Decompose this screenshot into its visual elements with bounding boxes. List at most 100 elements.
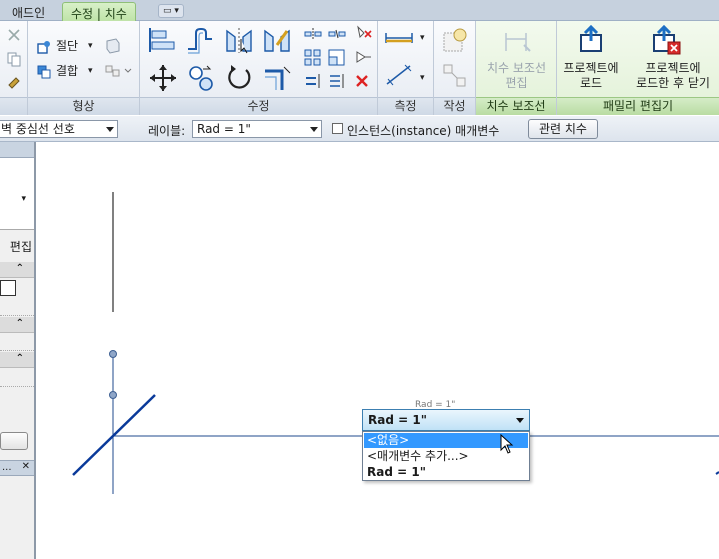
create-similar-icon[interactable] <box>442 63 468 89</box>
create-group-icon[interactable] <box>442 27 468 53</box>
edit-witness-lines-label-1[interactable]: 치수 보조선 <box>476 61 557 76</box>
edit-witness-lines-label-2[interactable]: 편집 <box>476 76 557 91</box>
properties-panel: ▾ 편집 ⌃ ⌃ ⌃ ... ✕ <box>0 142 36 559</box>
join-label[interactable]: 결합 <box>56 64 78 79</box>
copy-icon[interactable] <box>6 51 22 67</box>
load-into-project-icon[interactable] <box>576 25 606 55</box>
dimension-label-select[interactable]: Rad = 1" <box>362 409 530 431</box>
property-row <box>0 369 34 387</box>
group-label-measure: 측정 <box>378 97 433 115</box>
property-value-field[interactable] <box>0 280 16 296</box>
group-label-family-editor: 패밀리 편집기 <box>557 97 719 115</box>
options-bar: 벽 중심선 선호 레이블: Rad = 1" 인스턴스(instance) 매개… <box>0 116 719 142</box>
measure-dropdown-icon[interactable]: ▾ <box>420 71 425 86</box>
group-label-create: 작성 <box>434 97 475 115</box>
join-dropdown-icon[interactable]: ▾ <box>88 64 93 79</box>
move-icon[interactable] <box>148 63 178 93</box>
cut-geometry-icon[interactable] <box>36 39 52 55</box>
related-dimensions-button[interactable]: 관련 치수 <box>528 119 598 139</box>
split-face-icon[interactable] <box>104 63 132 79</box>
quick-access-toggle[interactable]: ▭ ▾ <box>158 4 184 18</box>
rotate-icon[interactable] <box>224 63 254 93</box>
close-icon[interactable]: ✕ <box>22 461 30 472</box>
collapse-icon[interactable]: ⌃ <box>16 318 24 329</box>
delete-icon[interactable] <box>354 73 370 89</box>
trim-extend-single-icon[interactable] <box>304 73 322 89</box>
mirror-draw-axis-icon[interactable] <box>262 25 292 55</box>
group-label-dimension-witness: 치수 보조선 <box>476 97 556 115</box>
prefer-select[interactable]: 벽 중심선 선호 <box>0 120 118 138</box>
measure-icon[interactable] <box>384 63 416 87</box>
join-geometry-icon[interactable] <box>36 64 52 80</box>
drawing-canvas[interactable] <box>38 142 719 559</box>
drag-grip <box>109 391 117 399</box>
trim-extend-multiple-icon[interactable] <box>328 73 346 89</box>
instance-parameter-checkbox[interactable] <box>332 123 343 134</box>
type-selector[interactable]: ▾ <box>0 158 34 230</box>
load-into-project-label-1[interactable]: 프로젝트에 <box>557 61 625 76</box>
load-and-close-icon[interactable] <box>649 25 681 55</box>
label-select[interactable]: Rad = 1" <box>192 120 322 138</box>
instance-parameter-label[interactable]: 인스턴스(instance) 매개변수 <box>347 122 499 139</box>
properties-section-header-3[interactable]: ⌃ <box>0 352 34 368</box>
offset-icon[interactable] <box>184 25 214 55</box>
chevron-down-icon <box>310 127 318 132</box>
aligned-dimension-dropdown-icon[interactable]: ▾ <box>420 31 425 46</box>
option-rad-1[interactable]: Rad = 1" <box>364 465 528 480</box>
properties-section-header-1[interactable]: ⌃ <box>0 262 34 278</box>
tab-addin[interactable]: 애드인 <box>4 2 53 21</box>
chevron-down-icon: ▾ <box>21 194 26 204</box>
load-and-close-label-2[interactable]: 로드한 후 닫기 <box>627 76 719 91</box>
ribbon: 절단 ▾ 결합 ▾ 형상 수정 ▾ ▾ 측정 작성 치수 보조선 편집 치수 보… <box>0 21 719 115</box>
wall-join-icon[interactable] <box>104 37 122 55</box>
apply-button[interactable] <box>0 432 28 450</box>
drawing-geometry <box>72 192 719 494</box>
ribbon-group-clipboard <box>0 21 28 115</box>
drag-grip <box>109 350 117 358</box>
group-label-modify: 수정 <box>140 97 377 115</box>
property-row <box>0 334 34 351</box>
label-select-value: Rad = 1" <box>197 122 251 136</box>
collapse-icon[interactable]: ⌃ <box>16 263 24 274</box>
split-element-icon[interactable] <box>304 27 322 41</box>
mouse-cursor-icon <box>500 434 514 454</box>
project-browser-title: ... <box>2 462 12 473</box>
array-icon[interactable] <box>304 49 322 67</box>
align-icon[interactable] <box>146 25 176 55</box>
trim-extend-corner-icon[interactable] <box>262 63 292 93</box>
property-row <box>0 279 34 298</box>
prefer-select-value: 벽 중심선 선호 <box>1 122 75 136</box>
cut-dropdown-icon[interactable]: ▾ <box>88 39 93 54</box>
scissors-icon[interactable] <box>6 27 22 43</box>
properties-section-header-2[interactable]: ⌃ <box>0 317 34 333</box>
group-label-geometry: 형상 <box>28 97 139 115</box>
copy-element-icon[interactable] <box>186 63 216 93</box>
ribbon-group-create: 작성 <box>434 21 476 115</box>
chevron-down-icon <box>106 127 114 132</box>
match-properties-icon[interactable] <box>6 73 22 89</box>
cut-label[interactable]: 절단 <box>56 39 78 54</box>
load-into-project-label-2[interactable]: 로드 <box>557 76 625 91</box>
load-and-close-label-1[interactable]: 프로젝트에 <box>627 61 719 76</box>
property-row <box>0 298 34 316</box>
chevron-down-icon <box>516 418 524 423</box>
aligned-dimension-icon[interactable] <box>384 29 416 45</box>
ribbon-group-measure: ▾ ▾ 측정 <box>378 21 434 115</box>
ribbon-tab-strip: 애드인 수정 | 치수 ▭ ▾ <box>0 0 719 21</box>
scale-icon[interactable] <box>328 49 346 67</box>
ribbon-group-geometry: 절단 ▾ 결합 ▾ 형상 <box>28 21 140 115</box>
edit-type-button[interactable]: 편집 <box>0 236 34 258</box>
project-browser-header[interactable]: ... ✕ <box>0 460 34 476</box>
properties-panel-header <box>0 142 34 158</box>
tab-modify-dimension[interactable]: 수정 | 치수 <box>62 2 136 21</box>
group-label-clipboard <box>0 97 27 115</box>
split-with-gap-icon[interactable] <box>328 27 346 41</box>
mirror-pick-axis-icon[interactable] <box>224 25 254 55</box>
edit-witness-lines-icon[interactable] <box>502 25 532 55</box>
apply-area <box>0 432 34 452</box>
unpin-icon[interactable] <box>354 25 372 41</box>
collapse-icon[interactable]: ⌃ <box>16 353 24 364</box>
dimension-label-select-value: Rad = 1" <box>368 413 427 427</box>
ribbon-group-family-editor: 프로젝트에 로드 프로젝트에 로드한 후 닫기 패밀리 편집기 <box>557 21 719 115</box>
pin-icon[interactable] <box>354 49 372 65</box>
